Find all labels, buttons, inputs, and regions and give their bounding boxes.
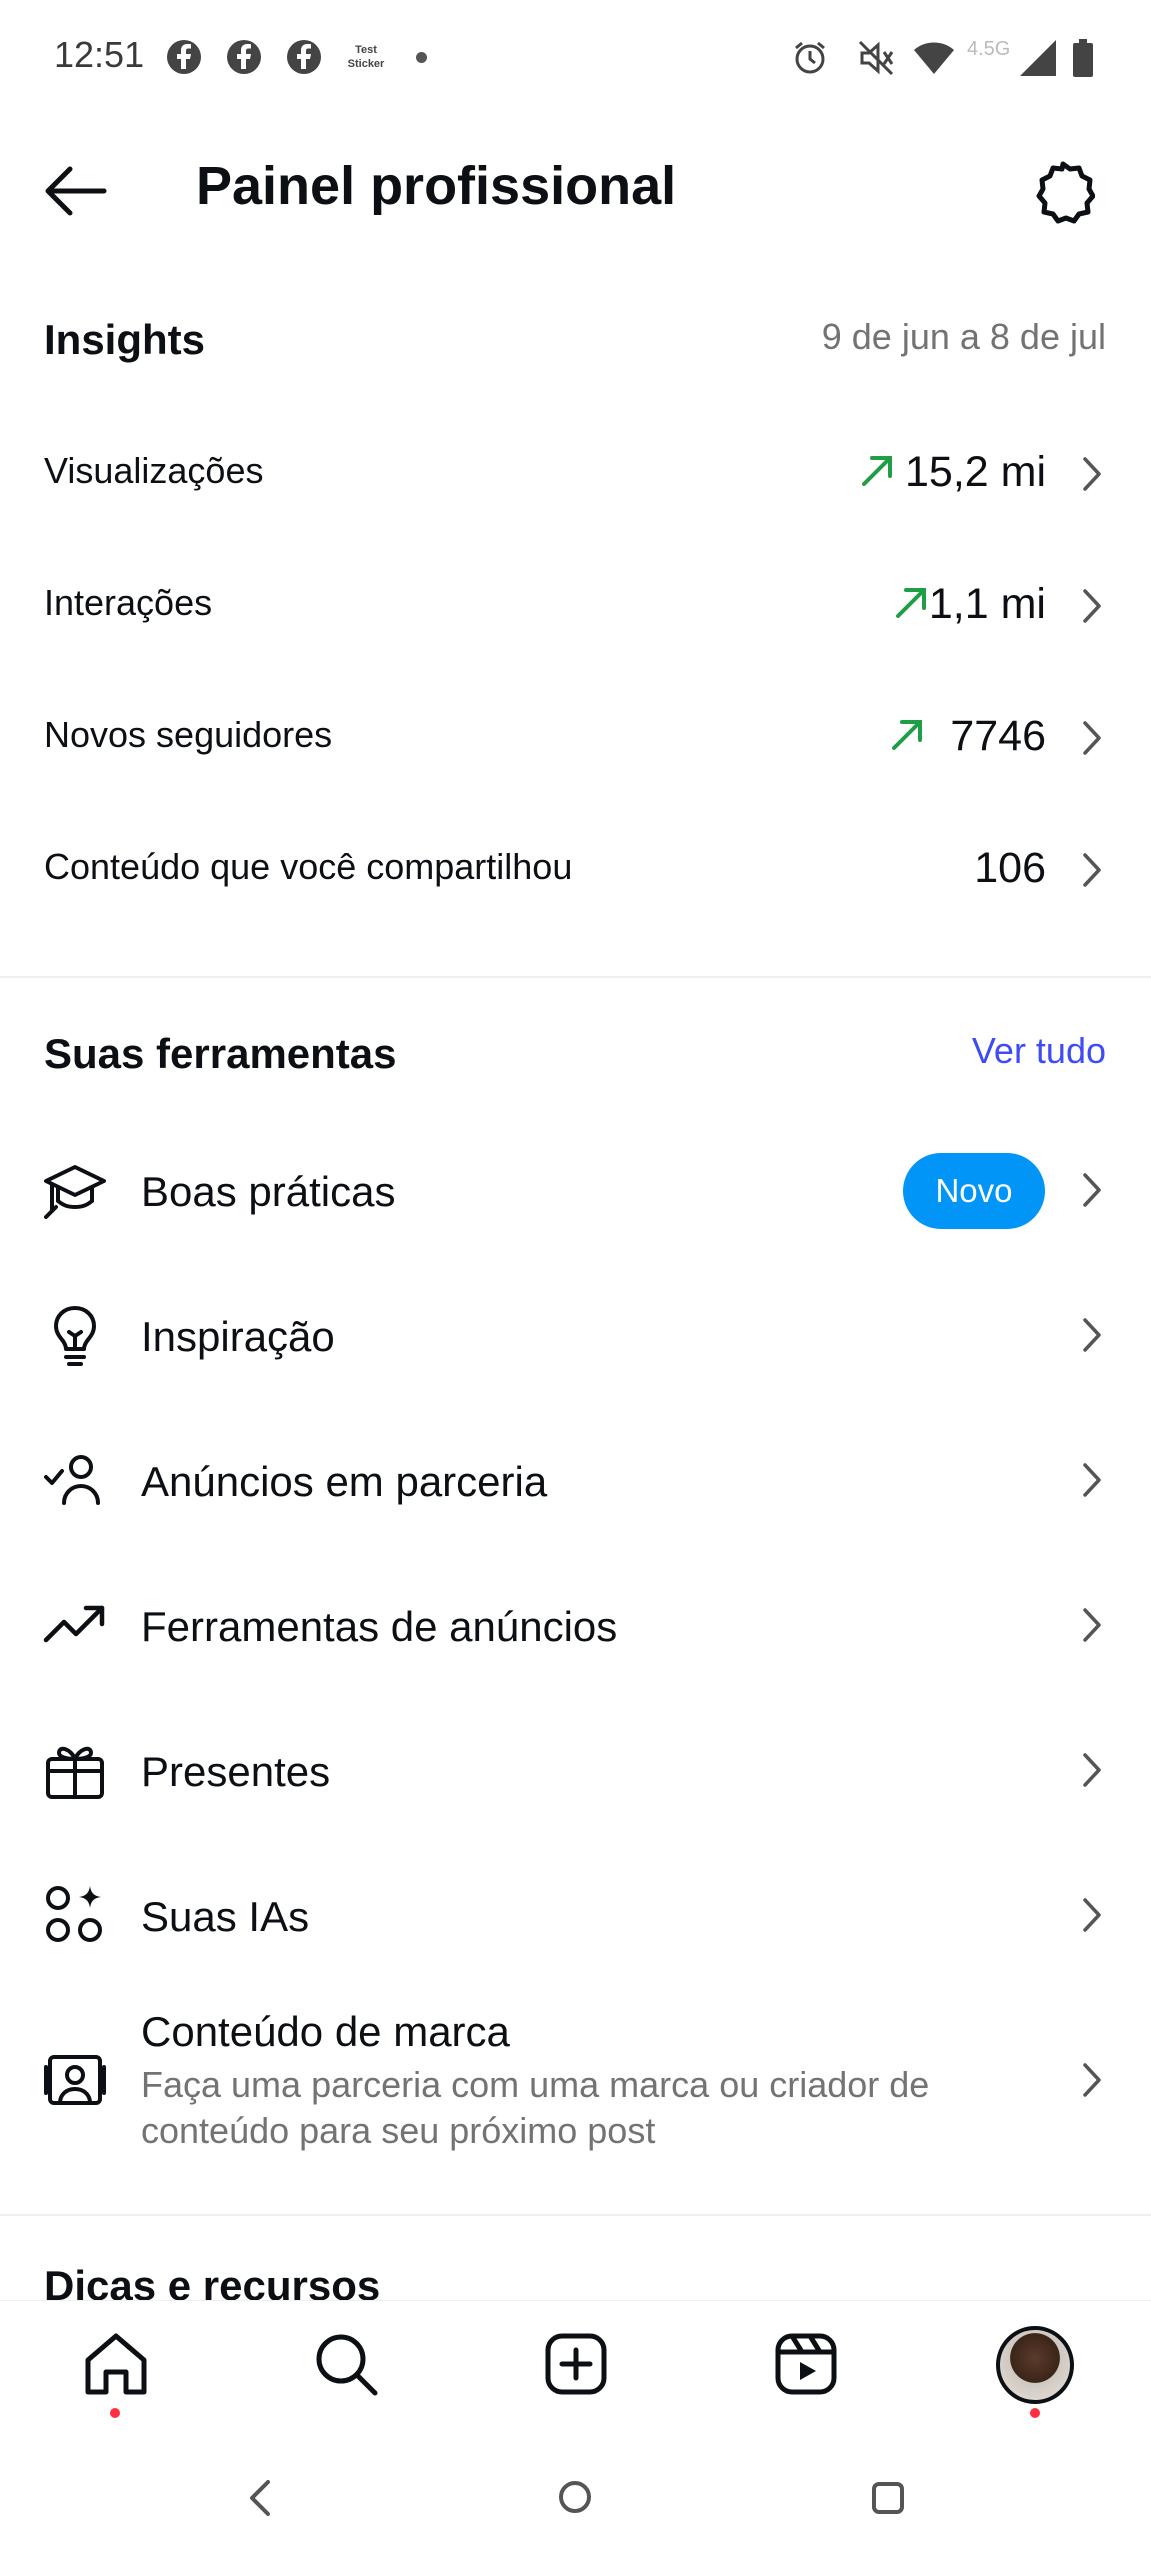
- chevron-right-icon: [1083, 1463, 1101, 1497]
- search-icon[interactable]: [310, 2328, 382, 2400]
- battery-icon: [1073, 39, 1093, 77]
- insights-heading: Insights: [44, 316, 206, 363]
- profile-avatar[interactable]: [996, 2326, 1074, 2404]
- trending-up-icon: [43, 1605, 105, 1643]
- insight-value: 7746: [950, 712, 1046, 760]
- tool-label: Inspiração: [141, 1313, 335, 1360]
- see-all-link[interactable]: Ver tudo: [972, 1030, 1106, 1072]
- status-time: 12:51: [54, 34, 145, 75]
- trend-up-icon: [896, 588, 926, 618]
- home-notification-dot: [110, 2408, 120, 2418]
- section-divider: [0, 976, 1151, 978]
- wifi-icon: [914, 42, 954, 74]
- trend-up-icon: [892, 720, 922, 750]
- tool-item-branded-content[interactable]: Conteúdo de marca Faça uma parceria com …: [0, 2000, 1151, 2160]
- tool-item-inspiration[interactable]: Inspiração: [0, 1275, 1151, 1395]
- chevron-right-icon: [1083, 721, 1101, 755]
- lightbulb-icon: [54, 1306, 96, 1366]
- insight-label: Novos seguidores: [44, 714, 333, 755]
- chevron-right-icon: [1083, 1318, 1101, 1352]
- mute-icon: [858, 40, 894, 76]
- date-range[interactable]: 9 de jun a 8 de jul: [822, 316, 1106, 358]
- tool-label: Presentes: [141, 1748, 331, 1795]
- chevron-right-icon: [1083, 457, 1101, 491]
- chevron-right-icon: [1083, 2063, 1101, 2097]
- system-recents-icon[interactable]: [870, 2480, 906, 2516]
- person-check-icon: [44, 1455, 100, 1505]
- insight-row-interactions[interactable]: Interações 1,1 mi: [0, 552, 1151, 662]
- page-title: Painel profissional: [196, 156, 677, 216]
- insight-value: 1,1 mi: [928, 580, 1046, 628]
- facebook-icon: [287, 40, 321, 74]
- tool-label: Suas IAs: [141, 1893, 310, 1940]
- svg-text:Sticker: Sticker: [348, 58, 385, 70]
- tools-heading: Suas ferramentas: [44, 1030, 397, 1077]
- insight-row-shared-content[interactable]: Conteúdo que você compartilhou 106: [0, 816, 1151, 926]
- insight-value: 15,2 mi: [904, 448, 1046, 496]
- tool-subtitle: Faça uma parceria com uma marca ou criad…: [141, 2064, 930, 2151]
- tool-item-ad-tools[interactable]: Ferramentas de anúncios: [0, 1565, 1151, 1685]
- chevron-right-icon: [1083, 1173, 1101, 1207]
- graduation-cap-icon: [44, 1165, 106, 1219]
- tool-label: Boas práticas: [141, 1168, 396, 1215]
- reels-icon[interactable]: [770, 2328, 842, 2400]
- back-arrow-icon[interactable]: [42, 165, 108, 217]
- tool-label: Anúncios em parceria: [141, 1458, 548, 1505]
- insight-label: Interações: [44, 582, 213, 623]
- insight-label: Conteúdo que você compartilhou: [44, 846, 573, 887]
- chevron-right-icon: [1083, 853, 1101, 887]
- network-type: 4.5G: [967, 38, 1011, 60]
- tool-label: Conteúdo de marca: [141, 2008, 510, 2055]
- dot-icon: [416, 52, 427, 63]
- facebook-icon: [167, 40, 201, 74]
- profile-notification-dot: [1030, 2408, 1040, 2418]
- section-divider: [0, 2214, 1151, 2216]
- ai-sparkle-icon: [46, 1886, 102, 1942]
- insight-label: Visualizações: [44, 450, 264, 491]
- system-back-icon[interactable]: [244, 2478, 274, 2518]
- chevron-right-icon: [1083, 1608, 1101, 1642]
- create-icon[interactable]: [540, 2328, 612, 2400]
- tool-item-partnership-ads[interactable]: Anúncios em parceria: [0, 1420, 1151, 1540]
- insight-row-new-followers[interactable]: Novos seguidores 7746: [0, 684, 1151, 794]
- tool-item-your-ais[interactable]: Suas IAs: [0, 1855, 1151, 1975]
- new-badge: Novo: [903, 1153, 1045, 1229]
- settings-gear-icon[interactable]: [1031, 160, 1095, 224]
- facebook-icon: [227, 40, 261, 74]
- system-home-icon[interactable]: [556, 2478, 594, 2516]
- sticker-icon: Test Sticker: [348, 44, 385, 70]
- signal-icon: [1020, 40, 1056, 76]
- insight-value: 106: [974, 844, 1046, 892]
- gift-icon: [46, 1746, 104, 1799]
- chevron-right-icon: [1083, 1898, 1101, 1932]
- chevron-right-icon: [1083, 1753, 1101, 1787]
- alarm-icon: [795, 41, 825, 74]
- trend-up-icon: [862, 456, 892, 486]
- tool-label: Ferramentas de anúncios: [141, 1603, 618, 1650]
- branded-content-icon: [44, 2055, 106, 2105]
- svg-text:Test: Test: [355, 44, 377, 56]
- tool-item-gifts[interactable]: Presentes: [0, 1710, 1151, 1830]
- home-icon[interactable]: [80, 2328, 152, 2400]
- insight-row-views[interactable]: Visualizações 15,2 mi: [0, 420, 1151, 530]
- chevron-right-icon: [1083, 589, 1101, 623]
